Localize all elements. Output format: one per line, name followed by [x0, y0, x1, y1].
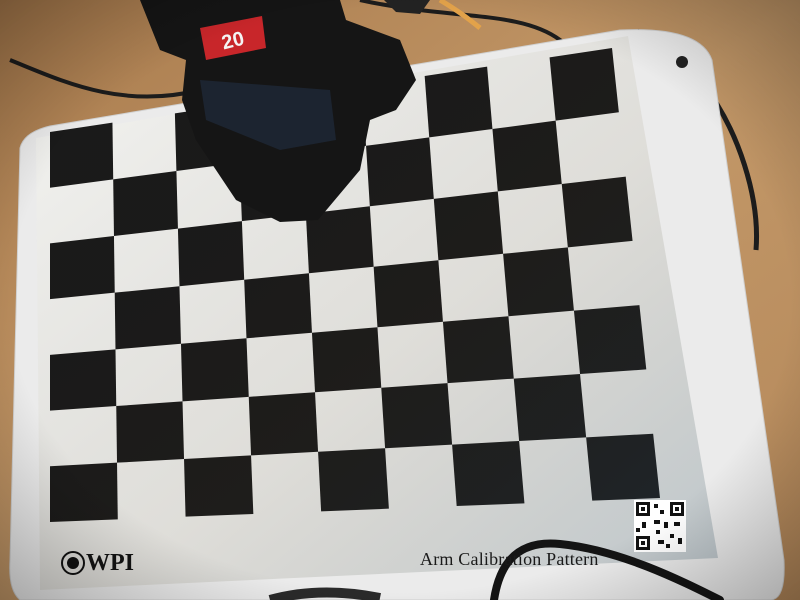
wpi-logo-text: WPI: [86, 550, 134, 576]
lens-vignette: [0, 0, 800, 600]
photo-scene: [0, 0, 800, 600]
board-caption: Arm Calibration Pattern: [420, 549, 599, 569]
